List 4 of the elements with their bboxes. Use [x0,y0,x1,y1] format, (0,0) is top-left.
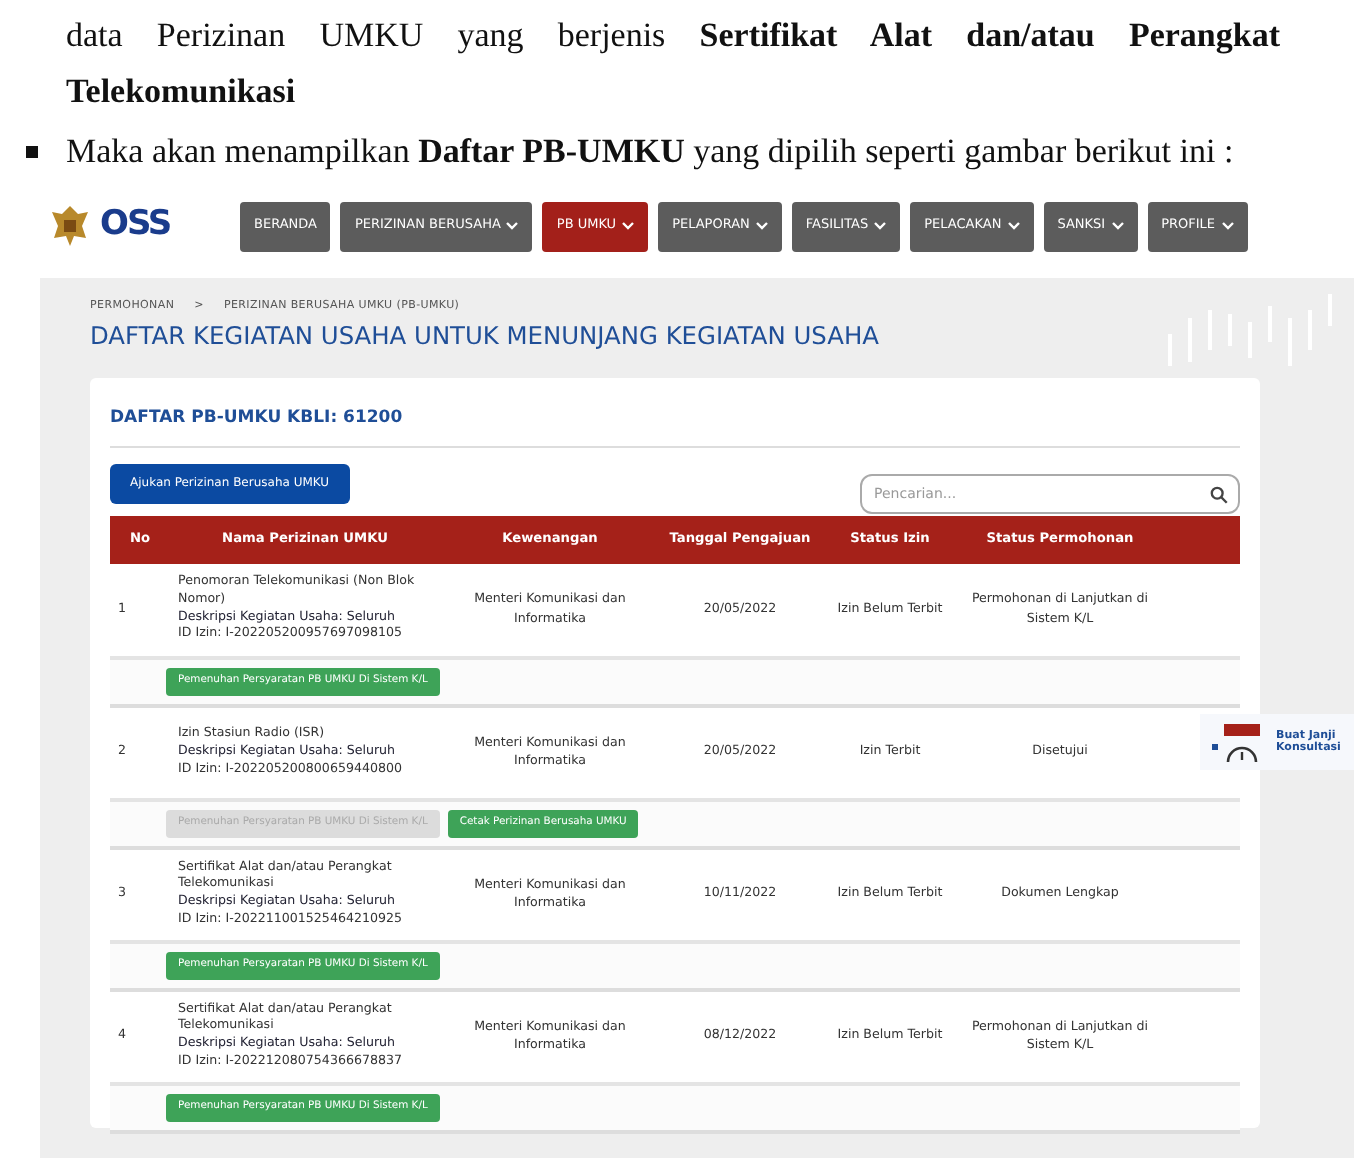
page-title: DAFTAR KEGIATAN USAHA UNTUK MENUNJANG KEGIATAN USAHA [90,322,881,352]
card-title: DAFTAR PB-UMKU KBLI: 61200 [110,405,1240,448]
paragraph: Maka akan menampilkan Daftar PB-UMKU yang dipilih seperti gambar berikut ini : [66,130,1234,174]
logo: OSS [100,202,171,249]
